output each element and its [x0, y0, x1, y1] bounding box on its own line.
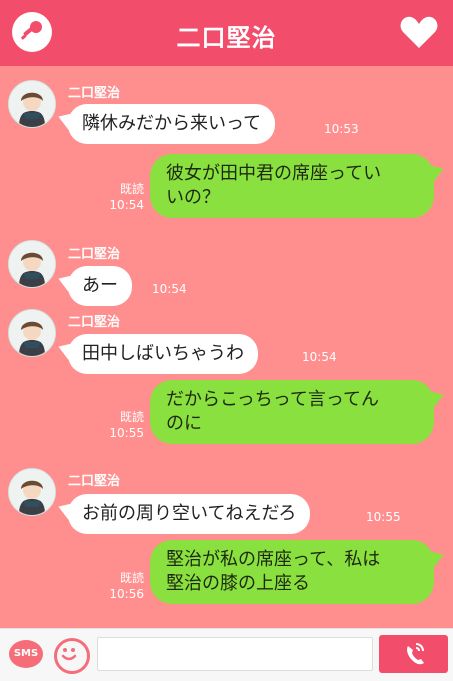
sender-name: 二口堅治 — [68, 474, 121, 489]
message-time: 10:54 — [302, 350, 337, 364]
avatar[interactable] — [8, 240, 56, 288]
avatar[interactable] — [8, 80, 56, 128]
sender-name: 二口堅治 — [68, 86, 121, 101]
avatar[interactable] — [8, 468, 56, 516]
message-time: 10:53 — [324, 122, 359, 136]
outgoing-message[interactable]: 堅治が私の席座って、私は 堅治の膝の上座る — [150, 540, 434, 604]
phone-icon — [407, 643, 424, 665]
message-line: だからこっちって言ってん — [166, 389, 379, 410]
sender-name: 二口堅治 — [68, 315, 121, 330]
call-button[interactable] — [379, 635, 448, 673]
message-time: 10:54 — [109, 198, 144, 212]
outgoing-message[interactable]: だからこっちって言ってん のに — [150, 380, 434, 444]
read-label: 既読 — [119, 182, 144, 196]
heart-icon[interactable] — [399, 14, 439, 50]
chat-header: 二口堅治 — [0, 0, 453, 66]
message-time: 10:54 — [152, 282, 187, 296]
input-bar: SMS — [0, 628, 453, 681]
message-line: のに — [166, 413, 202, 434]
incoming-message[interactable]: 隣休みだから来いって — [68, 104, 276, 144]
incoming-message[interactable]: あー — [68, 266, 132, 306]
incoming-message[interactable]: 田中しばいちゃうわ — [68, 334, 258, 374]
read-receipt: 既読 10:56 — [90, 570, 144, 602]
read-receipt: 既読 10:55 — [90, 409, 144, 441]
outgoing-message[interactable]: 彼女が田中君の席座ってい いの？ — [150, 154, 434, 218]
chat-area[interactable]: 二口堅治 隣休みだから来いって 10:53 既読 10:54 彼女が田中君の席座… — [0, 66, 453, 628]
message-time: 10:55 — [109, 426, 144, 440]
message-input[interactable] — [97, 637, 373, 671]
read-label: 既読 — [119, 410, 144, 424]
read-label: 既読 — [119, 571, 144, 585]
chat-title: 二口堅治 — [176, 24, 277, 52]
message-line: 堅治が私の席座って、私は — [166, 549, 381, 570]
avatar[interactable] — [8, 309, 56, 357]
message-time: 10:55 — [366, 510, 401, 524]
message-line: 彼女が田中君の席座ってい — [166, 163, 382, 184]
message-line: 堅治の膝の上座る — [166, 573, 310, 594]
sender-name: 二口堅治 — [68, 247, 121, 262]
message-line: いの？ — [166, 187, 220, 208]
incoming-message[interactable]: お前の周り空いてねえだろ — [68, 494, 311, 534]
smile-icon[interactable] — [54, 638, 90, 674]
sms-icon[interactable]: SMS — [9, 640, 43, 668]
read-receipt: 既読 10:54 — [90, 181, 144, 213]
message-time: 10:56 — [109, 587, 144, 601]
